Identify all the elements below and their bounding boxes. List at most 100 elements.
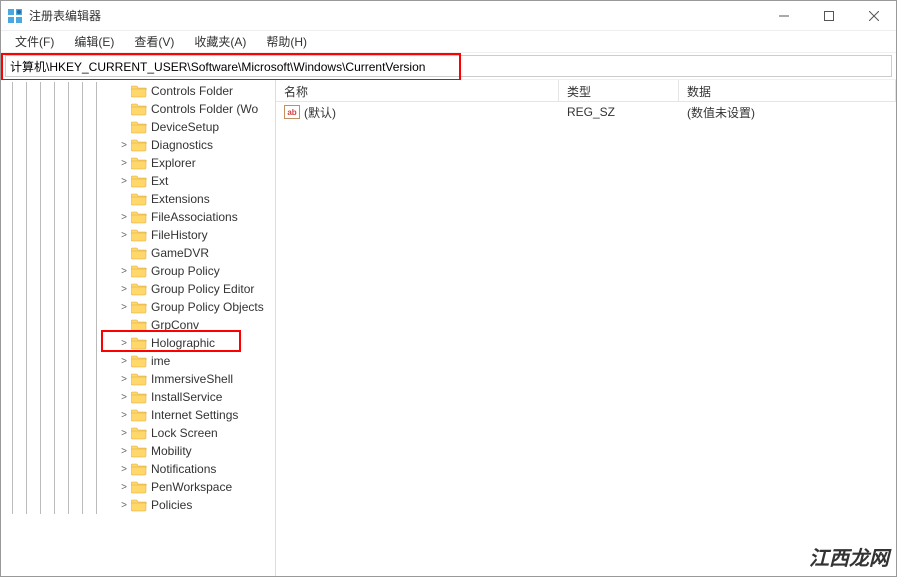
menu-help[interactable]: 帮助(H) [258,31,315,52]
folder-icon [131,84,147,98]
tree-item[interactable]: DeviceSetup [1,118,275,136]
tree-item-label: ime [151,354,170,368]
tree-item-label: Group Policy Editor [151,282,254,296]
expander-icon[interactable]: > [117,158,131,169]
expander-icon[interactable]: > [117,482,131,493]
folder-icon [131,192,147,206]
expander-icon[interactable]: > [117,356,131,367]
folder-icon [131,102,147,116]
tree-item[interactable]: > Lock Screen [1,424,275,442]
tree-item-label: Notifications [151,462,216,476]
tree-item[interactable]: >Mobility [1,442,275,460]
menu-file[interactable]: 文件(F) [7,31,62,52]
folder-icon [131,156,147,170]
value-row[interactable]: ab(默认)REG_SZ(数值未设置) [276,102,896,122]
registry-tree: Controls FolderControls Folder (Wo Device… [1,80,275,514]
expander-icon[interactable]: > [117,212,131,223]
expander-icon[interactable]: > [117,500,131,511]
menubar: 文件(F) 编辑(E) 查看(V) 收藏夹(A) 帮助(H) [1,31,896,53]
column-data[interactable]: 数据 [679,80,896,101]
tree-item[interactable]: >Ext [1,172,275,190]
expander-icon[interactable]: > [117,140,131,151]
tree-item[interactable]: GameDVR [1,244,275,262]
tree-indent [5,190,117,208]
tree-scroll[interactable]: Controls FolderControls Folder (Wo Device… [1,80,275,576]
close-button[interactable] [851,1,896,30]
tree-item[interactable]: > Policies [1,496,275,514]
tree-item[interactable]: > FileHistory [1,226,275,244]
folder-icon [131,120,147,134]
tree-indent [5,208,117,226]
tree-indent [5,352,117,370]
tree-item[interactable]: Extensions [1,190,275,208]
tree-item-label: Lock Screen [151,426,218,440]
address-input[interactable] [5,55,892,77]
expander-icon[interactable]: > [117,338,131,349]
value-name-cell: ab(默认) [276,102,559,123]
folder-icon [131,372,147,386]
titlebar: 注册表编辑器 [1,1,896,31]
string-value-icon: ab [284,105,300,119]
tree-indent [5,82,117,100]
folder-icon [131,300,147,314]
tree-item[interactable]: > FileAssociations [1,208,275,226]
tree-item[interactable]: >Explorer [1,154,275,172]
tree-item[interactable]: >Holographic [1,334,275,352]
tree-item[interactable]: > Notifications [1,460,275,478]
expander-icon[interactable]: > [117,230,131,241]
column-name[interactable]: 名称 [276,80,559,101]
expander-icon[interactable]: > [117,302,131,313]
tree-item-label: Group Policy Objects [151,300,264,314]
tree-item[interactable]: > ime [1,352,275,370]
tree-item[interactable]: > Group Policy Editor [1,280,275,298]
expander-icon[interactable]: > [117,266,131,277]
tree-item[interactable]: > InstallService [1,388,275,406]
tree-indent [5,100,117,118]
tree-indent [5,388,117,406]
menu-view[interactable]: 查看(V) [126,31,182,52]
tree-item[interactable]: >Group Policy [1,262,275,280]
tree-item[interactable]: > Group Policy Objects [1,298,275,316]
expander-icon[interactable]: > [117,428,131,439]
folder-icon [131,264,147,278]
tree-item[interactable]: >PenWorkspace [1,478,275,496]
tree-item[interactable]: > ImmersiveShell [1,370,275,388]
values-pane: 名称 类型 数据 ab(默认)REG_SZ(数值未设置) [276,80,896,576]
expander-icon[interactable]: > [117,392,131,403]
tree-indent [5,370,117,388]
tree-indent [5,280,117,298]
folder-icon [131,408,147,422]
tree-item-label: FileAssociations [151,210,238,224]
folder-icon [131,462,147,476]
column-type[interactable]: 类型 [559,80,679,101]
tree-item-label: FileHistory [151,228,208,242]
tree-item[interactable]: >Internet Settings [1,406,275,424]
expander-icon[interactable]: > [117,464,131,475]
minimize-button[interactable] [761,1,806,30]
expander-icon[interactable]: > [117,374,131,385]
tree-indent [5,442,117,460]
tree-item[interactable]: Controls Folder [1,82,275,100]
expander-icon[interactable]: > [117,284,131,295]
maximize-button[interactable] [806,1,851,30]
tree-item-label: DeviceSetup [151,120,219,134]
tree-item-label: ImmersiveShell [151,372,233,386]
tree-item-label: Policies [151,498,192,512]
values-header: 名称 类型 数据 [276,80,896,102]
tree-item[interactable]: >Diagnostics [1,136,275,154]
tree-item-label: Extensions [151,192,210,206]
folder-icon [131,480,147,494]
expander-icon[interactable]: > [117,446,131,457]
expander-icon[interactable]: > [117,410,131,421]
folder-icon [131,228,147,242]
tree-item[interactable]: Controls Folder (Wo [1,100,275,118]
tree-pane: Controls FolderControls Folder (Wo Device… [1,80,276,576]
tree-indent [5,406,117,424]
folder-icon [131,138,147,152]
value-type-cell: REG_SZ [559,103,679,121]
menu-favorites[interactable]: 收藏夹(A) [186,31,254,52]
tree-item-label: InstallService [151,390,222,404]
menu-edit[interactable]: 编辑(E) [66,31,122,52]
expander-icon[interactable]: > [117,176,131,187]
tree-item[interactable]: GrpConv [1,316,275,334]
